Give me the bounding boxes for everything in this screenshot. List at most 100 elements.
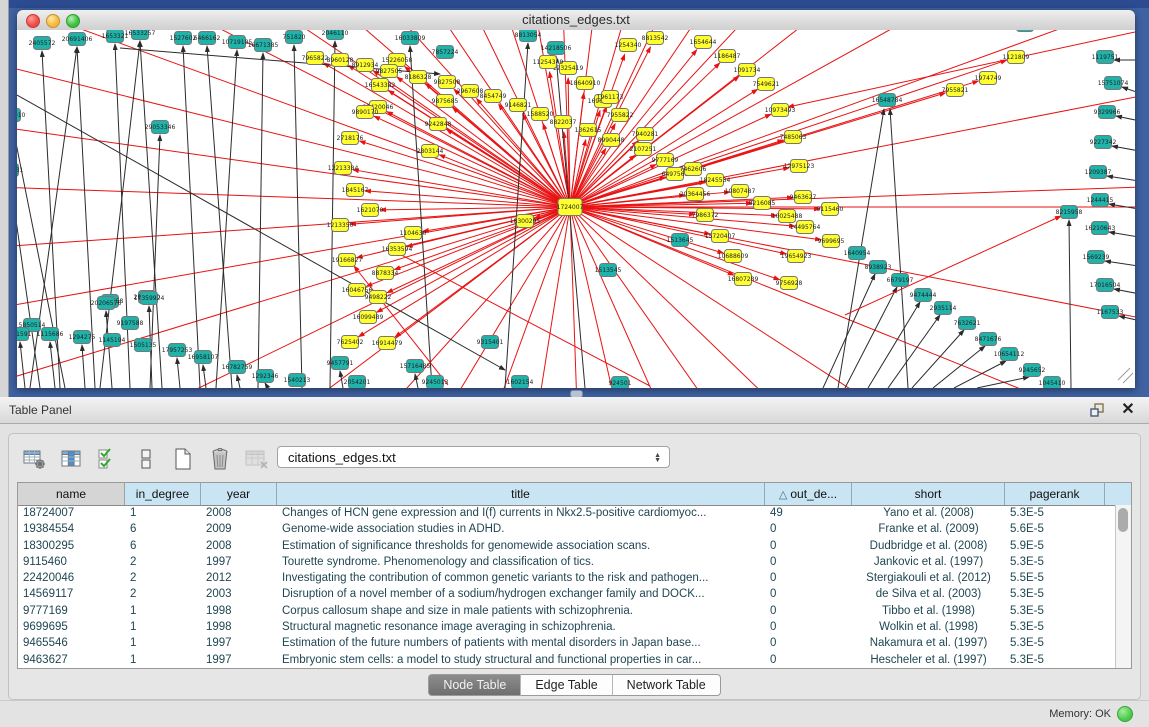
network-window-titlebar[interactable]: citations_edges.txt — [17, 10, 1135, 31]
show-columns-icon[interactable] — [60, 447, 84, 471]
table-row[interactable]: 1830029562008Estimation of significance … — [18, 539, 1131, 555]
graph-node[interactable]: 1602154 — [507, 376, 534, 389]
graph-node[interactable]: 7632621 — [954, 317, 981, 330]
graph-node[interactable]: 1045410 — [1039, 377, 1066, 389]
graph-node[interactable]: 1091734 — [734, 64, 761, 77]
column-header-name[interactable]: name — [18, 483, 125, 505]
network-canvas[interactable]: 2405572206914061653321165332571527602646… — [17, 30, 1135, 388]
table-scrollbar[interactable] — [1115, 505, 1131, 668]
graph-node[interactable]: 8813542 — [642, 32, 669, 45]
graph-node[interactable]: 20691406 — [62, 33, 93, 46]
tab-edge-table[interactable]: Edge Table — [521, 674, 612, 696]
graph-node[interactable]: 9115460 — [817, 203, 844, 216]
graph-node[interactable]: 16353594 — [382, 243, 413, 256]
table-row[interactable]: 977716911998Corpus callosum shape and si… — [18, 604, 1131, 620]
graph-node[interactable]: 1640954 — [844, 247, 871, 260]
table-row[interactable]: 1938455462009Genome-wide association stu… — [18, 522, 1131, 538]
graph-node[interactable]: 18245534 — [700, 174, 731, 187]
new-table-icon[interactable] — [171, 447, 195, 471]
table-settings-icon[interactable] — [23, 447, 47, 471]
graph-node[interactable]: 7857224 — [432, 46, 459, 59]
tab-network-table[interactable]: Network Table — [613, 674, 721, 696]
float-panel-icon[interactable] — [1090, 403, 1105, 417]
graph-node[interactable]: 2053010 — [17, 109, 26, 122]
graph-node[interactable]: 2054201 — [344, 376, 371, 389]
table-row[interactable]: 1456911722003Disruption of a novel membe… — [18, 587, 1131, 603]
graph-node[interactable]: 7549621 — [753, 78, 780, 91]
graph-node[interactable]: 6679197 — [887, 274, 914, 287]
graph-node[interactable]: 8454749 — [480, 90, 507, 103]
select-rows-icon[interactable] — [97, 447, 121, 471]
graph-node[interactable]: 9245013 — [422, 376, 449, 389]
graph-node[interactable]: 10688609 — [718, 250, 749, 263]
close-panel-icon[interactable]: ✕ — [1119, 400, 1137, 420]
graph-node[interactable]: 1527602 — [170, 32, 197, 45]
column-header-year[interactable]: year — [201, 483, 277, 505]
graph-node[interactable]: 1213350 — [327, 219, 354, 232]
graph-node[interactable]: 12213384 — [328, 162, 359, 175]
graph-node[interactable]: 16914479 — [372, 337, 403, 350]
graph-node[interactable]: 8878334 — [372, 267, 399, 280]
graph-node[interactable]: 2935114 — [930, 302, 957, 315]
graph-node[interactable]: 9197588 — [117, 317, 144, 330]
graph-node[interactable]: 18640910 — [570, 77, 601, 90]
table-row[interactable]: 1872400712008Changes of HCN gene express… — [18, 506, 1131, 522]
graph-node[interactable]: 14218506 — [541, 42, 572, 55]
graph-node[interactable]: 924501 — [609, 377, 632, 389]
column-header-pagerank[interactable]: pagerank — [1005, 483, 1105, 505]
graph-node[interactable]: 8960128 — [327, 54, 354, 67]
graph-node[interactable]: 1254340 — [615, 39, 642, 52]
graph-node[interactable]: 6466162 — [194, 32, 221, 45]
graph-node[interactable]: 9245652 — [1019, 364, 1046, 377]
graph-node[interactable]: 1121809 — [1003, 51, 1030, 64]
graph-node[interactable]: 9756928 — [776, 277, 803, 290]
table-row[interactable]: 2242004622012Investigating the contribut… — [18, 571, 1131, 587]
graph-node[interactable]: 8471676 — [975, 333, 1002, 346]
graph-node[interactable]: 2718176 — [337, 132, 364, 145]
tab-node-table[interactable]: Node Table — [428, 674, 521, 696]
column-header-title[interactable]: title — [277, 483, 765, 505]
graph-node[interactable]: 9315401 — [477, 336, 504, 349]
graph-node[interactable]: 29053346 — [145, 121, 176, 134]
table-scrollbar-thumb[interactable] — [1118, 508, 1128, 532]
graph-node[interactable]: 1724007 — [557, 199, 584, 216]
graph-node[interactable]: 8813054 — [515, 30, 542, 42]
graph-node[interactable]: 8822037 — [550, 116, 577, 129]
graph-node[interactable]: 16671385 — [248, 39, 279, 52]
graph-node[interactable]: 16533257 — [125, 30, 156, 40]
graph-node[interactable]: 2405572 — [29, 37, 56, 50]
graph-node[interactable]: 15720407 — [705, 230, 736, 243]
import-table-icon[interactable] — [245, 447, 269, 471]
graph-node[interactable]: 19654923 — [781, 250, 812, 263]
memory-status-indicator[interactable] — [1117, 706, 1133, 722]
graph-node[interactable]: 8186328 — [405, 71, 432, 84]
graph-node[interactable]: 1540213 — [284, 374, 311, 387]
graph-node[interactable]: 1294275 — [69, 331, 96, 344]
graph-node[interactable]: 20364456 — [680, 188, 711, 201]
graph-node[interactable]: 1654644 — [690, 36, 717, 49]
network-graph[interactable]: 2405572206914061653321165332571527602646… — [17, 30, 1135, 388]
column-header-out_de[interactable]: △out_de... — [765, 483, 852, 505]
graph-node[interactable]: 19166827 — [332, 254, 363, 267]
graph-node[interactable]: 9827508 — [434, 76, 461, 89]
graph-node[interactable]: 9463627 — [790, 191, 817, 204]
graph-node[interactable]: 7965822 — [302, 52, 329, 65]
column-header-short[interactable]: short — [852, 483, 1005, 505]
table-panel-header[interactable]: Table Panel ✕ — [0, 397, 1149, 424]
graph-node[interactable]: 8938923 — [865, 261, 892, 274]
table-selector-dropdown[interactable]: citations_edges.txt ▲▼ — [277, 446, 670, 468]
graph-node[interactable]: 15716485 — [400, 360, 431, 373]
graph-node[interactable]: 9699695 — [818, 235, 845, 248]
table-row[interactable]: 911546021997Tourette syndrome. Phenomeno… — [18, 555, 1131, 571]
row-height-icon[interactable] — [134, 447, 158, 471]
graph-node[interactable]: 1621070 — [357, 204, 384, 217]
graph-node[interactable]: 751820 — [283, 31, 306, 44]
delete-table-icon[interactable] — [208, 447, 232, 471]
graph-node[interactable]: 7940281 — [632, 128, 659, 141]
graph-node[interactable]: 1974749 — [975, 72, 1002, 85]
graph-node[interactable]: 16033809 — [395, 32, 426, 45]
graph-node[interactable]: 1292346 — [252, 370, 279, 383]
graph-node[interactable]: 2046110 — [322, 30, 349, 40]
table-row[interactable]: 946554611997Estimation of the future num… — [18, 636, 1131, 652]
graph-node[interactable]: 1845167 — [342, 184, 369, 197]
